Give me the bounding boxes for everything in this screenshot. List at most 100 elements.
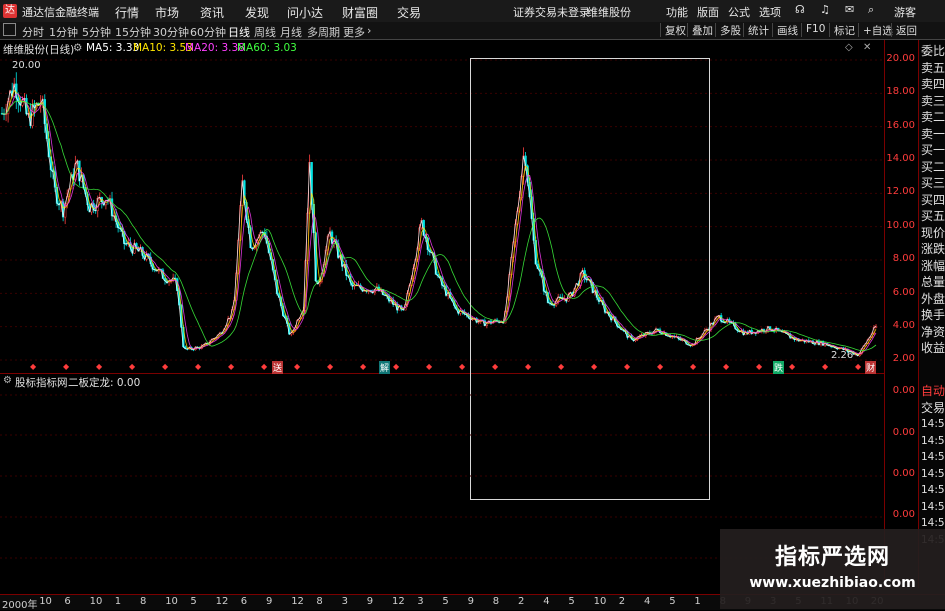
menu-wealth[interactable]: 财富圈 <box>342 4 378 21</box>
watermark-title: 指标严选网 <box>774 545 890 570</box>
sidebar-item[interactable]: 涨跌 <box>921 242 945 257</box>
time-tick: 4 <box>543 596 550 607</box>
period-tab-multi[interactable]: 多周期 <box>307 24 340 40</box>
period-tab-15min[interactable]: 15分钟 <box>115 24 151 40</box>
event-dot: ◆ <box>294 362 301 371</box>
period-tab-more[interactable]: 更多 <box>343 24 365 40</box>
time-tick: 5 <box>669 596 676 607</box>
event-dot: ◆ <box>624 362 631 371</box>
toolbar-draw[interactable]: 画线 <box>772 23 802 37</box>
event-marker-finance[interactable]: 财 <box>865 361 877 374</box>
toolbar-back[interactable]: 返回 <box>891 23 921 37</box>
period-tab-monthly[interactable]: 月线 <box>280 24 302 40</box>
sidebar-sub-item[interactable]: 14:5 <box>921 434 945 449</box>
sidebar-item[interactable]: 卖一 <box>921 127 945 142</box>
period-tab-60min[interactable]: 60分钟 <box>190 24 226 40</box>
time-tick: 6 <box>240 596 248 607</box>
toolbar-adjust[interactable]: 复权 <box>660 23 690 37</box>
trade-login-status[interactable]: 证券交易未登录 <box>513 4 590 20</box>
period-tab-1min[interactable]: 1分钟 <box>49 24 78 40</box>
menu-news[interactable]: 资讯 <box>200 4 224 21</box>
guest-user[interactable]: 游客 <box>894 4 916 20</box>
sidebar-item[interactable]: 买三 <box>921 176 945 191</box>
toolbar-stats[interactable]: 统计 <box>743 23 773 37</box>
toolbar-multi-stock[interactable]: 多股 <box>715 23 745 37</box>
quote-sidebar: 委比卖五 卖四卖三 卖二卖一 买一买二 买三买四 买五现价 涨跌涨幅 总量外盘 换手净资 收益自动… <box>918 40 945 588</box>
chevron-right-icon[interactable]: › <box>367 24 371 37</box>
headset-icon[interactable]: ☊ <box>795 3 805 16</box>
sidebar-item[interactable]: 买五 <box>921 209 945 224</box>
sidebar-item[interactable]: 收益 <box>921 341 945 356</box>
sidebar-sub-item[interactable]: 14:5 <box>921 417 945 432</box>
search-icon[interactable]: ⌕ <box>868 3 874 17</box>
menu-market-quote[interactable]: 行情 <box>115 4 139 21</box>
y-tick: 10.00 <box>886 220 915 231</box>
menu-options[interactable]: 选项 <box>759 4 781 20</box>
toolbar-overlay[interactable]: 叠加 <box>687 23 717 37</box>
panel-toggle-icon[interactable] <box>3 23 16 36</box>
event-marker-bonus[interactable]: 送 <box>272 361 284 374</box>
sidebar-item[interactable]: 外盘 <box>921 292 945 307</box>
sidebar-sub-item[interactable]: 14:5 <box>921 483 945 498</box>
toolbar-mark[interactable]: 标记 <box>829 23 859 37</box>
event-dot: ◆ <box>162 362 169 371</box>
sidebar-sub-item[interactable]: 交易 <box>921 401 945 416</box>
sidebar-sub-item[interactable]: 14:5 <box>921 467 945 482</box>
sidebar-item[interactable]: 总量 <box>921 275 945 290</box>
sidebar-sub-item[interactable]: 14:5 <box>921 500 945 515</box>
sidebar-item[interactable]: 净资 <box>921 325 945 340</box>
event-dot: ◆ <box>30 362 37 371</box>
sidebar-item[interactable]: 买四 <box>921 193 945 208</box>
ma-line-60 <box>1 100 877 352</box>
menu-formula[interactable]: 公式 <box>728 4 750 20</box>
event-dot: ◆ <box>492 362 499 371</box>
menu-layout[interactable]: 版面 <box>697 4 719 20</box>
menu-discover[interactable]: 发现 <box>245 4 269 21</box>
event-marker-drop[interactable]: 跌 <box>773 361 785 374</box>
sidebar-sub-item[interactable]: 14:5 <box>921 450 945 465</box>
time-tick: 2 <box>618 596 626 607</box>
period-tab-intraday[interactable]: 分时 <box>22 24 44 40</box>
event-marker-unlock[interactable]: 解 <box>379 361 391 374</box>
sub-y-tick: 0.00 <box>892 509 915 520</box>
time-tick: 1 <box>694 596 701 607</box>
status-stock-name: 维维股份 <box>587 6 631 19</box>
sidebar-item[interactable]: 委比 <box>921 44 945 59</box>
event-dot: ◆ <box>195 362 202 371</box>
sidebar-item[interactable]: 卖二 <box>921 110 945 125</box>
period-tab-30min[interactable]: 30分钟 <box>153 24 189 40</box>
time-tick: 12 <box>215 596 229 607</box>
y-tick: 16.00 <box>886 120 915 131</box>
high-price-label: 20.00 <box>12 60 41 71</box>
sidebar-item[interactable]: 现价 <box>921 226 945 241</box>
sidebar-item[interactable]: 买一 <box>921 143 945 158</box>
sidebar-item[interactable]: 买二 <box>921 160 945 175</box>
sidebar-item[interactable]: 卖五 <box>921 61 945 76</box>
period-tab-daily[interactable]: 日线 <box>228 24 250 40</box>
period-tab-5min[interactable]: 5分钟 <box>82 24 111 40</box>
period-tab-weekly[interactable]: 周线 <box>254 24 276 40</box>
toolbar-f10[interactable]: F10 <box>801 23 829 37</box>
mail-icon[interactable]: ✉ <box>845 3 854 16</box>
menu-trade[interactable]: 交易 <box>397 4 421 21</box>
event-dot: ◆ <box>360 362 367 371</box>
sidebar-item[interactable]: 换手 <box>921 308 945 323</box>
sidebar-item[interactable]: 卖三 <box>921 94 945 109</box>
event-dot: ◆ <box>690 362 697 371</box>
event-dot: ◆ <box>426 362 433 371</box>
low-price-label: 2.26 <box>831 350 854 361</box>
menu-function[interactable]: 功能 <box>666 4 688 20</box>
sidebar-sub-item[interactable]: 自动 <box>921 384 945 399</box>
title-bar: 达 通达信金融终端 行情 市场 资讯 发现 问小达 财富圈 交易 证券交易未登录… <box>0 0 945 23</box>
sidebar-item[interactable]: 涨幅 <box>921 259 945 274</box>
ma-line-5 <box>1 83 877 357</box>
menu-ask[interactable]: 问小达 <box>287 4 323 21</box>
sidebar-item[interactable]: 卖四 <box>921 77 945 92</box>
bell-icon[interactable]: ♫ <box>820 3 830 16</box>
time-tick: 5 <box>568 596 575 607</box>
price-chart-panel[interactable]: 维维股份(日线) ⚙ MA5: 3.33 MA10: 3.53 MA20: 3.… <box>0 40 884 374</box>
time-tick: 8 <box>140 596 147 607</box>
menu-market[interactable]: 市场 <box>155 4 179 21</box>
time-tick: 9 <box>366 596 374 607</box>
ma-line-20 <box>1 93 877 355</box>
